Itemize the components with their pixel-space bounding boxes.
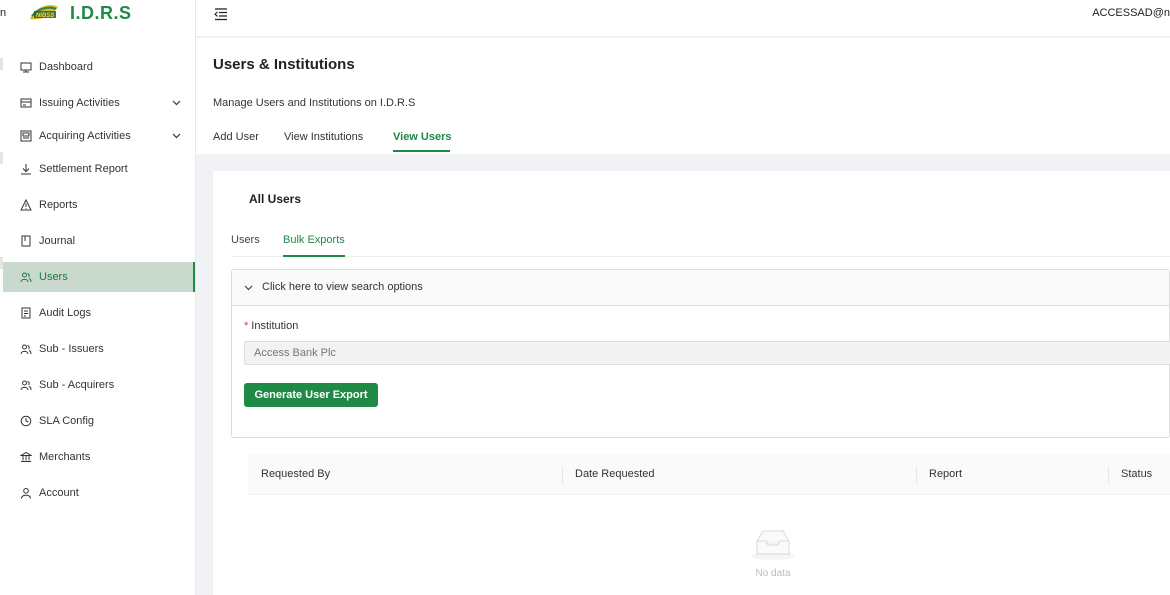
download-icon — [20, 163, 32, 175]
clock-icon — [20, 415, 32, 427]
sidebar-item-label: SLA Config — [39, 415, 95, 427]
nibss-logo: NIBSS — [30, 5, 58, 20]
institution-field[interactable] — [244, 341, 1170, 365]
sidebar-item-label: Journal — [39, 235, 76, 247]
search-options-toggle[interactable]: Click here to view search options — [232, 270, 1169, 306]
institution-label-text: Institution — [251, 320, 299, 332]
chevron-down-icon — [244, 285, 253, 291]
tab-view-users[interactable]: View Users — [393, 131, 452, 143]
sidebar-item-users[interactable]: Users — [3, 262, 195, 292]
users-card: All Users Users Bulk Exports Click here … — [213, 171, 1170, 595]
sidebar-item-label: Audit Logs — [39, 307, 91, 319]
brand[interactable]: NIBSS I.D.R.S — [28, 2, 132, 24]
card-icon — [20, 97, 32, 109]
sidebar-item-audit-logs[interactable]: Audit Logs — [3, 298, 195, 328]
tab-add-user[interactable]: Add User — [213, 131, 259, 143]
brand-name: I.D.R.S — [70, 2, 132, 23]
active-subtab-indicator — [283, 255, 345, 257]
sidebar-item-issuing-activities[interactable]: Issuing Activities — [3, 88, 195, 118]
institution-label: * Institution — [244, 320, 298, 332]
users-icon — [20, 343, 32, 355]
top-header: ACCESSAD@n — [196, 0, 1170, 37]
sidebar-item-merchants[interactable]: Merchants — [3, 442, 195, 472]
column-divider — [1108, 466, 1109, 484]
sidebar-item-label: Merchants — [39, 451, 91, 463]
page-header: Users & Institutions Manage Users and In… — [196, 38, 1170, 154]
generate-user-export-button[interactable]: Generate User Export — [244, 383, 378, 407]
chevron-down-icon[interactable] — [172, 98, 181, 107]
user-icon — [20, 487, 32, 499]
sidebar-item-sub-issuers[interactable]: Sub - Issuers — [3, 334, 195, 364]
tab-view-institutions[interactable]: View Institutions — [284, 131, 363, 143]
page-title: Users & Institutions — [213, 56, 355, 73]
pos-icon — [20, 130, 32, 142]
sidebar-item-sla-config[interactable]: SLA Config — [3, 406, 195, 436]
column-status: Status — [1121, 468, 1153, 480]
tab-bulk-exports[interactable]: Bulk Exports — [283, 234, 345, 246]
warning-icon — [20, 199, 32, 211]
column-report: Report — [929, 468, 963, 480]
empty-inbox-icon — [751, 530, 795, 560]
audit-icon — [20, 307, 32, 319]
sidebar-item-label: Settlement Report — [39, 163, 128, 175]
tab-users[interactable]: Users — [231, 234, 260, 246]
sidebar-item-label: Sub - Issuers — [39, 343, 104, 355]
dashboard-icon — [20, 61, 32, 73]
required-marker: * — [244, 320, 249, 332]
search-panel: Click here to view search options * Insti… — [231, 269, 1170, 438]
sidebar-item-label: Reports — [39, 199, 78, 211]
sidebar-item-journal[interactable]: Journal — [3, 226, 195, 256]
sidebar-item-dashboard[interactable]: Dashboard — [3, 52, 195, 82]
sidebar-item-reports[interactable]: Reports — [3, 190, 195, 220]
tabs-divider — [231, 256, 1170, 257]
page-subtitle: Manage Users and Institutions on I.D.R.S — [213, 97, 416, 109]
card-title: All Users — [249, 192, 302, 206]
sidebar-item-label: Users — [39, 271, 68, 283]
sidebar-item-label: Dashboard — [39, 61, 93, 73]
bank-icon — [20, 451, 32, 463]
sidebar-item-label: Sub - Acquirers — [39, 379, 115, 391]
sidebar-item-account[interactable]: Account — [3, 478, 195, 508]
sidebar-item-settlement-report[interactable]: Settlement Report — [3, 154, 195, 184]
search-options-label: Click here to view search options — [262, 281, 423, 293]
sidebar: n NIBSS I.D.R.S Dashboard Issuing Activi… — [0, 0, 196, 595]
sidebar-item-acquiring-activities[interactable]: Acquiring Activities — [3, 121, 195, 151]
empty-state: No data — [743, 527, 803, 579]
book-icon — [20, 235, 32, 247]
menu-fold-icon[interactable] — [214, 7, 228, 21]
cut-off-text: n — [0, 7, 7, 19]
chevron-down-icon[interactable] — [172, 131, 181, 140]
sidebar-item-sub-acquirers[interactable]: Sub - Acquirers — [3, 370, 195, 400]
users-icon — [20, 379, 32, 391]
sidebar-item-label: Acquiring Activities — [39, 130, 131, 142]
users-icon — [20, 271, 32, 283]
sidebar-item-label: Issuing Activities — [39, 97, 120, 109]
column-divider — [562, 466, 563, 484]
table-header: Requested By Date Requested Report Statu… — [248, 455, 1170, 495]
svg-text:NIBSS: NIBSS — [36, 13, 54, 19]
user-account[interactable]: ACCESSAD@n — [1092, 7, 1170, 19]
column-date-requested: Date Requested — [575, 468, 655, 480]
column-divider — [916, 466, 917, 484]
sidebar-item-label: Account — [39, 487, 79, 499]
empty-text: No data — [755, 568, 791, 579]
active-tab-indicator — [393, 150, 450, 152]
column-requested-by: Requested By — [261, 468, 331, 480]
